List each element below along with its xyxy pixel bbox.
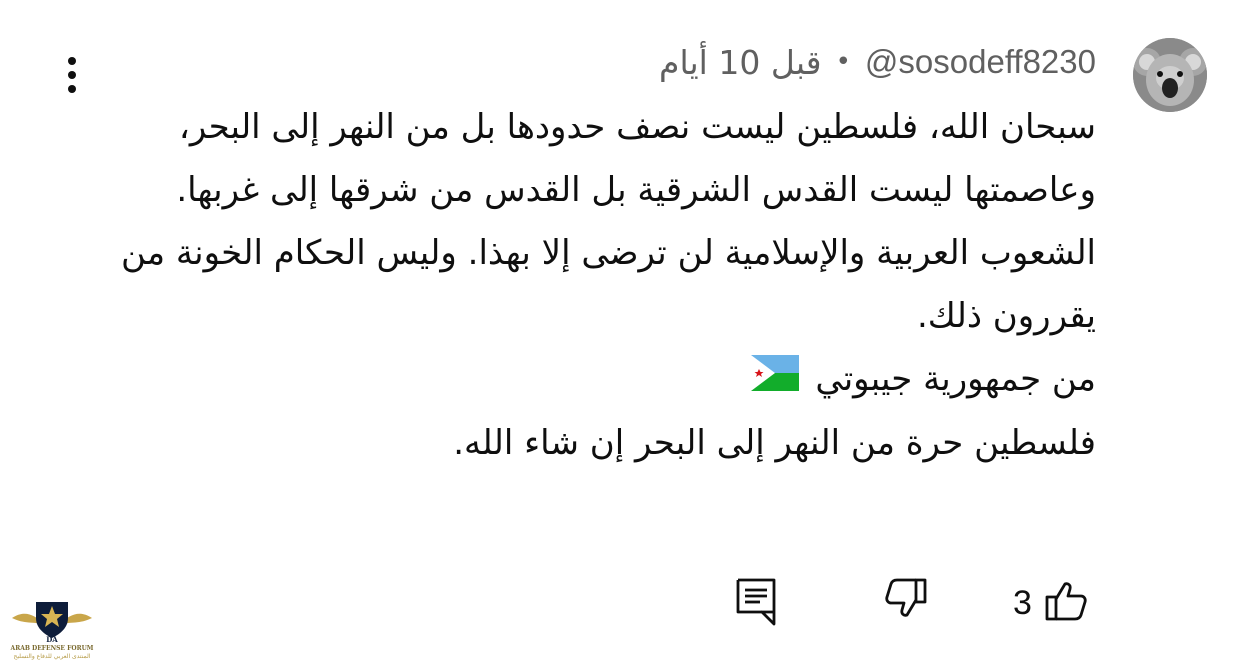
author-handle[interactable]: @sosodeff8230 — [865, 43, 1096, 81]
reply-button[interactable] — [736, 578, 776, 632]
dislike-button[interactable] — [884, 576, 928, 630]
watermark-logo: DA ARAB DEFENSE FORUM المنتدى العربي للد… — [6, 596, 98, 666]
thumbs-down-icon — [884, 578, 928, 628]
watermark-title: ARAB DEFENSE FORUM — [10, 645, 94, 652]
comment-paragraph-3-text: من جمهورية جيبوتي — [815, 359, 1096, 399]
comment-paragraph-4: فلسطين حرة من النهر إلى البحر إن شاء الل… — [453, 423, 1096, 463]
reply-comment-icon — [736, 578, 776, 630]
avatar[interactable] — [1133, 38, 1207, 112]
koala-avatar-image — [1133, 38, 1207, 112]
forum-logo-icon: DA — [12, 602, 92, 644]
comment-actions: 3 — [0, 576, 1242, 630]
comment-text: سبحان الله، فلسطين ليست نصف حدودها بل من… — [96, 96, 1096, 475]
logo-monogram: DA — [46, 635, 58, 644]
comment-paragraph-2: الشعوب العربية والإسلامية لن ترضى إلا به… — [120, 233, 1096, 336]
comment-header: قبل 10 أيام • @sosodeff8230 — [659, 40, 1096, 84]
header-separator: • — [835, 47, 851, 77]
watermark-subtitle: المنتدى العربي للدفاع والتسليح — [13, 653, 91, 660]
like-button[interactable]: 3 — [1013, 576, 1088, 630]
kebab-menu-icon[interactable] — [58, 54, 86, 98]
like-count: 3 — [1013, 583, 1032, 622]
comment-timestamp: قبل 10 أيام — [659, 42, 822, 82]
djibouti-flag-icon — [751, 349, 800, 412]
comment-paragraph-1: سبحان الله، فلسطين ليست نصف حدودها بل من… — [176, 107, 1096, 210]
thumbs-up-icon — [1044, 579, 1088, 627]
comment-paragraph-3: من جمهورية جيبوتي — [96, 348, 1096, 412]
